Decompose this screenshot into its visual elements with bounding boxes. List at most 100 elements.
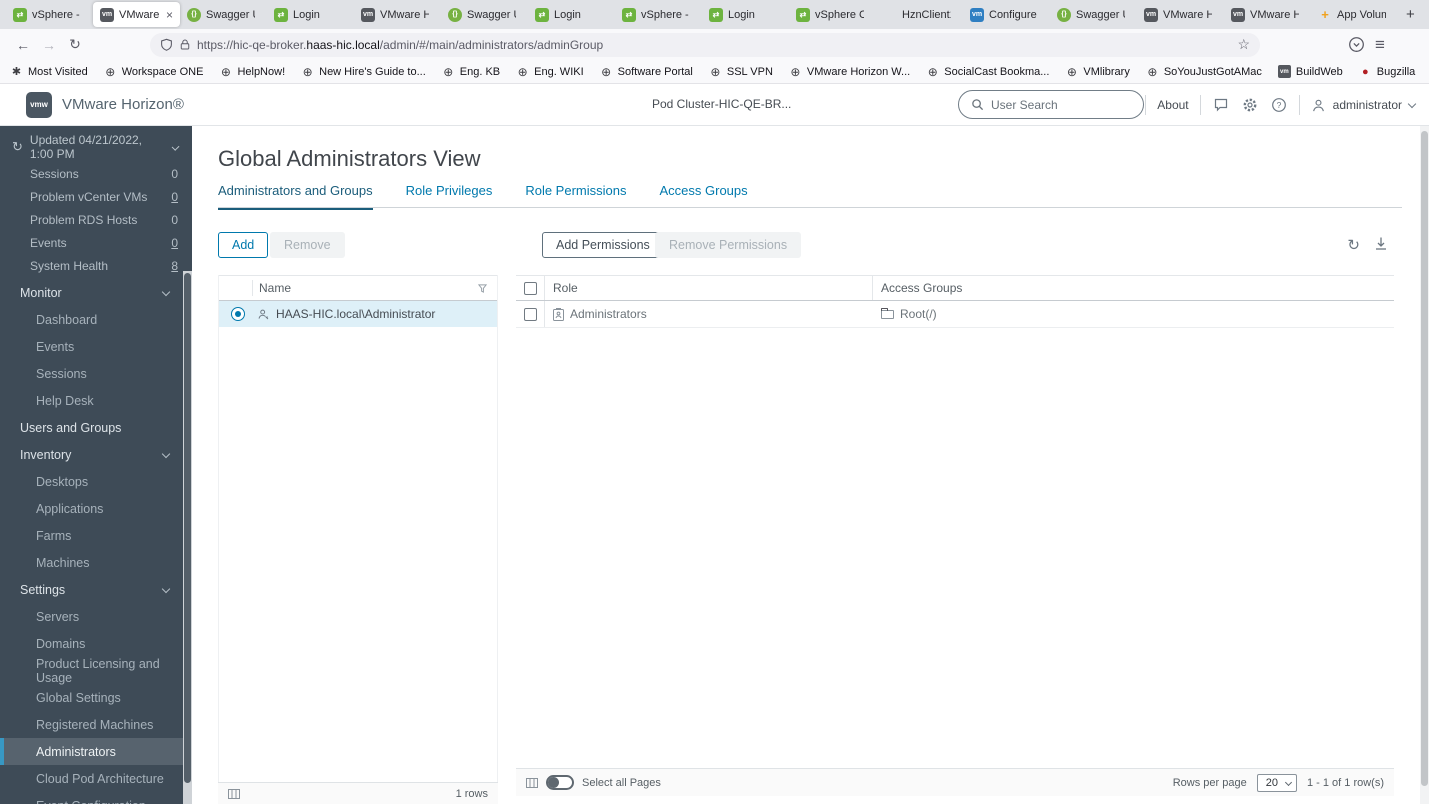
feedback-icon[interactable]	[1212, 96, 1230, 114]
row-checkbox[interactable]	[524, 307, 537, 321]
browser-tab[interactable]: Swagger UI	[441, 0, 528, 29]
bookmark-item[interactable]: SocialCast Bookma...	[926, 65, 1049, 78]
role-column-header[interactable]: Role	[545, 276, 873, 300]
sidebar-nav-item[interactable]: Events	[0, 333, 183, 360]
forward-icon[interactable]: →	[36, 33, 62, 57]
stat-count[interactable]: 0	[171, 190, 178, 204]
sidebar-nav-item[interactable]: Applications	[0, 495, 183, 522]
select-all-pages-toggle[interactable]	[546, 775, 574, 790]
rows-per-page-select[interactable]: 20	[1256, 773, 1297, 792]
bookmark-item[interactable]: New Hire's Guide to...	[301, 65, 426, 78]
sidebar-nav-item[interactable]: Help Desk	[0, 387, 183, 414]
view-tab[interactable]: Role Privileges	[406, 183, 493, 210]
shield-icon[interactable]	[160, 38, 173, 52]
bookmark-item[interactable]: SoYouJustGotAMac	[1146, 65, 1262, 78]
sidebar-scrollbar-thumb[interactable]	[184, 273, 191, 783]
new-tab-button[interactable]: +	[1406, 6, 1415, 23]
about-link[interactable]: About	[1157, 98, 1188, 112]
sidebar-nav-item[interactable]: Dashboard	[0, 306, 183, 333]
sidebar-nav-item[interactable]: Desktops	[0, 468, 183, 495]
columns-icon[interactable]	[526, 777, 538, 788]
address-bar[interactable]: https://hic-qe-broker.haas-hic.local/adm…	[150, 32, 1260, 57]
browser-tab[interactable]: Configure Mai	[963, 0, 1050, 29]
add-button[interactable]: Add	[218, 232, 269, 258]
access-groups-column-header[interactable]: Access Groups	[873, 281, 1394, 295]
select-all-checkbox[interactable]	[524, 281, 537, 295]
browser-tab[interactable]: vSphere Clien	[789, 0, 876, 29]
bookmark-item[interactable]: Software Portal	[600, 65, 693, 78]
bookmark-item[interactable]: SSL VPN	[709, 65, 773, 78]
browser-tab[interactable]: App Volumes	[1311, 0, 1398, 29]
user-search-input[interactable]: User Search	[958, 90, 1144, 119]
bookmark-item[interactable]: Most Visited	[10, 65, 88, 78]
view-tab[interactable]: Access Groups	[659, 183, 747, 210]
view-tab[interactable]: Administrators and Groups	[218, 183, 373, 210]
browser-tab[interactable]: VMware Horiz	[1224, 0, 1311, 29]
sidebar-nav-item[interactable]: Servers	[0, 603, 183, 630]
sidebar-nav-item[interactable]: Machines	[0, 549, 183, 576]
browser-tab[interactable]: Swagger UI	[180, 0, 267, 29]
browser-tab[interactable]: vSphere - hic	[615, 0, 702, 29]
sidebar-nav-item[interactable]: Farms	[0, 522, 183, 549]
browser-tab[interactable]: HznClient1_w7	[876, 0, 963, 29]
administrator-row[interactable]: HAAS-HIC.local\Administrator	[219, 301, 497, 327]
sidebar-nav-item[interactable]: Settings	[0, 576, 183, 603]
remove-button[interactable]: Remove	[270, 232, 345, 258]
user-menu[interactable]: administrator	[1311, 98, 1417, 113]
refresh-icon[interactable]: ↻	[12, 139, 23, 155]
tab-close-icon[interactable]: ×	[166, 8, 173, 22]
sidebar-nav-item[interactable]: Administrators	[0, 738, 183, 765]
back-icon[interactable]: ←	[10, 33, 36, 57]
gear-icon[interactable]	[1241, 96, 1259, 114]
stat-count[interactable]: 0	[171, 213, 178, 227]
sidebar-scrollbar[interactable]	[183, 271, 192, 804]
page-scrollbar[interactable]	[1420, 126, 1429, 804]
stat-count[interactable]: 0	[171, 236, 178, 250]
permission-row[interactable]: Administrators Root(/)	[516, 301, 1394, 328]
pocket-icon[interactable]	[1348, 36, 1365, 53]
hamburger-menu-icon[interactable]: ≡	[1375, 35, 1385, 55]
sidebar-nav-item[interactable]: Monitor	[0, 279, 183, 306]
stat-count[interactable]: 0	[171, 167, 178, 181]
sidebar-nav-item[interactable]: Registered Machines	[0, 711, 183, 738]
bookmark-item[interactable]: VMware Horizon W...	[789, 65, 910, 78]
bookmark-star-icon[interactable]: ☆	[1237, 36, 1250, 53]
filter-icon[interactable]	[478, 283, 487, 293]
bookmark-item[interactable]: Eng. WIKI	[516, 65, 584, 78]
radio-selected-icon[interactable]	[231, 307, 245, 321]
page-scrollbar-thumb[interactable]	[1421, 131, 1428, 786]
sidebar-nav-item[interactable]: Sessions	[0, 360, 183, 387]
bookmark-item[interactable]: Eng. KB	[442, 65, 500, 78]
bookmark-item[interactable]: Workspace ONE	[104, 65, 204, 78]
columns-icon[interactable]	[228, 788, 240, 799]
browser-tab[interactable]: Login	[528, 0, 615, 29]
browser-tab[interactable]: VMware Horiz	[1137, 0, 1224, 29]
stats-updated-row[interactable]: ↻ Updated 04/21/2022, 1:00 PM	[0, 132, 192, 162]
bookmark-item[interactable]: Bugzilla	[1359, 65, 1416, 78]
browser-tab[interactable]: VMware Horiz	[354, 0, 441, 29]
browser-tab[interactable]: vSphere - Win	[6, 0, 93, 29]
bookmark-item[interactable]: BuildWeb	[1277, 65, 1343, 78]
name-column-header[interactable]: Name	[219, 281, 291, 295]
reload-icon[interactable]: ↻	[62, 33, 88, 57]
help-icon[interactable]: ?	[1270, 96, 1288, 114]
lock-icon[interactable]	[179, 38, 191, 51]
add-permissions-button[interactable]: Add Permissions	[542, 232, 664, 258]
sidebar-nav-item[interactable]: Global Settings	[0, 684, 183, 711]
sidebar-nav-item[interactable]: Users and Groups	[0, 414, 183, 441]
bookmark-item[interactable]: HelpNow!	[219, 65, 285, 78]
chevron-down-icon[interactable]	[171, 143, 180, 151]
sidebar-nav-item[interactable]: Inventory	[0, 441, 183, 468]
view-tab[interactable]: Role Permissions	[525, 183, 626, 210]
sidebar-nav-item[interactable]: Cloud Pod Architecture	[0, 765, 183, 792]
sidebar-nav-item[interactable]: Domains	[0, 630, 183, 657]
sidebar-nav-item[interactable]: Product Licensing and Usage	[0, 657, 183, 685]
refresh-icon[interactable]: ↻	[1347, 236, 1360, 254]
bookmark-item[interactable]: VMlibrary	[1065, 65, 1129, 78]
export-icon[interactable]	[1374, 236, 1388, 254]
browser-tab[interactable]: Swagger UI	[1050, 0, 1137, 29]
browser-tab[interactable]: Login	[702, 0, 789, 29]
browser-tab[interactable]: VMware Ho ×	[93, 2, 180, 27]
sidebar-nav-item[interactable]: Event Configuration	[0, 792, 183, 804]
remove-permissions-button[interactable]: Remove Permissions	[655, 232, 802, 258]
